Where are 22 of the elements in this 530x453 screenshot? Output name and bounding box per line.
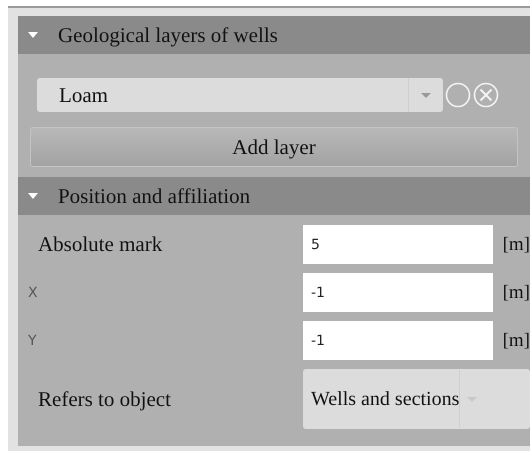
- section-header[interactable]: Position and affiliation: [18, 177, 530, 215]
- input-field[interactable]: 5: [303, 225, 493, 264]
- input-field[interactable]: -1: [303, 273, 493, 312]
- remove-icon[interactable]: [473, 82, 499, 108]
- add-layer-button[interactable]: Add layer: [30, 127, 518, 167]
- field-label: Absolute mark: [37, 232, 164, 257]
- collapse-triangle-icon: [28, 193, 38, 199]
- input-field[interactable]: -1: [303, 321, 493, 360]
- layer-dropdown[interactable]: Loam: [37, 78, 443, 112]
- unit-label: [m]: [502, 234, 530, 256]
- unit-label: [m]: [502, 330, 530, 352]
- field-label: Y: [27, 332, 38, 348]
- object-dropdown[interactable]: Wells and sections: [303, 369, 530, 429]
- section-header[interactable]: Geological layers of wells: [18, 16, 530, 54]
- section-title: Geological layers of wells: [58, 22, 278, 48]
- dropdown-arrow-icon: [421, 92, 431, 98]
- field-label: Refers to object: [37, 386, 172, 412]
- unit-label: [m]: [502, 282, 530, 304]
- field-label: X: [27, 284, 39, 300]
- circle-icon[interactable]: [445, 82, 471, 108]
- collapse-triangle-icon: [28, 32, 38, 38]
- section-title: Position and affiliation: [58, 184, 250, 208]
